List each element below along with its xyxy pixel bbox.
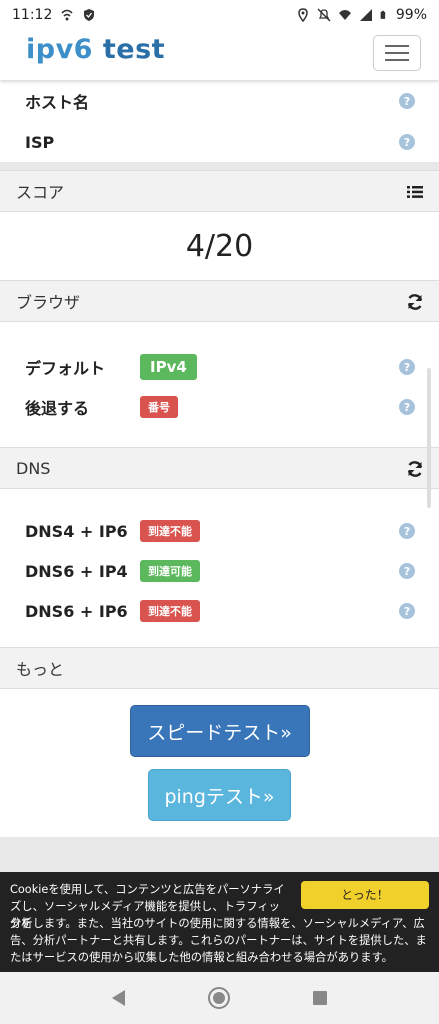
signal-icon — [359, 9, 372, 21]
help-icon[interactable]: ? — [399, 399, 415, 415]
help-icon[interactable]: ? — [399, 563, 415, 579]
status-badge: 到達可能 — [140, 560, 200, 582]
mute-icon — [317, 8, 331, 22]
dns-row-label: DNS4 + IP6 — [25, 521, 128, 541]
help-icon[interactable]: ? — [399, 359, 415, 375]
browser-section-header: ブラウザ — [0, 280, 439, 322]
help-icon[interactable]: ? — [399, 603, 415, 619]
browser-section-title: ブラウザ — [16, 293, 81, 312]
battery-level: 99% — [395, 7, 427, 23]
speed-test-button[interactable]: スピードテスト» — [129, 705, 310, 757]
dns-row: DNS4 + IP6 到達不能 ? — [0, 511, 439, 551]
page-content: ホスト名 ? ISP ? スコア 4/20 ブラウザ デフォルト IPv4 ? … — [0, 80, 439, 837]
list-icon[interactable] — [405, 182, 425, 202]
dns-section-header: DNS — [0, 447, 439, 489]
browser-row-label: デフォルト — [25, 359, 106, 378]
more-card: スピードテスト» pingテスト» — [0, 689, 439, 837]
more-section-title: もっと — [16, 660, 65, 679]
hamburger-menu-button[interactable] — [373, 35, 421, 71]
isp-row: ISP ? — [0, 122, 439, 162]
status-bar: 11:12 99% — [0, 0, 439, 30]
status-badge: 番号 — [140, 396, 178, 418]
dns-section-title: DNS — [16, 458, 51, 478]
score-section-title: スコア — [16, 183, 65, 202]
shield-icon — [84, 9, 95, 21]
help-icon[interactable]: ? — [399, 93, 415, 109]
dns-card: DNS4 + IP6 到達不能 ? DNS6 + IP4 到達可能 ? DNS6… — [0, 489, 439, 647]
battery-icon — [380, 10, 386, 19]
browser-row-default: デフォルト IPv4 ? — [0, 347, 439, 387]
connection-card: ホスト名 ? ISP ? — [0, 80, 439, 162]
clock: 11:12 — [12, 7, 53, 23]
wifi-icon — [338, 10, 351, 20]
browser-row-label: 後退する — [25, 399, 90, 418]
refresh-icon[interactable] — [405, 459, 425, 479]
more-section-header: もっと — [0, 647, 439, 689]
dns-row-label: DNS6 + IP4 — [25, 561, 128, 581]
dns-row: DNS6 + IP4 到達可能 ? — [0, 551, 439, 591]
dns-row-label: DNS6 + IP6 — [25, 601, 128, 621]
system-nav-bar — [0, 972, 439, 1024]
cookie-accept-button[interactable]: とった！ — [301, 881, 429, 909]
recent-apps-icon[interactable] — [313, 991, 328, 1005]
hamburger-icon-bar — [385, 45, 409, 47]
isp-label: ISP — [25, 132, 55, 152]
cookie-consent-bar: Cookieを使用して、コンテンツと広告をパーソナライズし、ソーシャルメディア機… — [0, 872, 439, 972]
wifi-call-icon — [61, 9, 73, 21]
app-header: ipv6 test — [0, 30, 439, 80]
help-icon[interactable]: ? — [399, 523, 415, 539]
hamburger-icon-bar — [385, 52, 409, 54]
back-icon[interactable] — [111, 990, 125, 1006]
divider — [0, 162, 439, 170]
scrollbar[interactable] — [427, 368, 431, 508]
score-section-header: スコア — [0, 170, 439, 212]
hostname-label: ホスト名 — [25, 93, 90, 112]
home-icon[interactable] — [207, 987, 230, 1009]
cookie-text-continued: 分析します。また、当社のサイトの使用に関する情報を、ソーシャルメディア、広告、分… — [10, 917, 427, 964]
hamburger-icon-bar — [385, 59, 409, 61]
status-badge: 到達不能 — [140, 600, 200, 622]
help-icon[interactable]: ? — [399, 134, 415, 150]
refresh-icon[interactable] — [405, 292, 425, 312]
logo-part-test: test — [92, 34, 166, 65]
home-icon-dot — [212, 992, 225, 1004]
ping-test-button[interactable]: pingテスト» — [148, 769, 291, 821]
browser-row-fallback: 後退する 番号 ? — [0, 387, 439, 427]
site-logo[interactable]: ipv6 test — [26, 34, 165, 65]
dns-row: DNS6 + IP6 到達不能 ? — [0, 591, 439, 631]
browser-card: デフォルト IPv4 ? 後退する 番号 ? — [0, 322, 439, 447]
hostname-row: ホスト名 ? — [0, 80, 439, 122]
status-badge: IPv4 — [140, 354, 197, 380]
score-value: 4/20 — [0, 212, 439, 280]
status-badge: 到達不能 — [140, 520, 200, 542]
location-icon — [298, 8, 308, 22]
logo-part-ipv6: ipv6 — [26, 34, 93, 65]
